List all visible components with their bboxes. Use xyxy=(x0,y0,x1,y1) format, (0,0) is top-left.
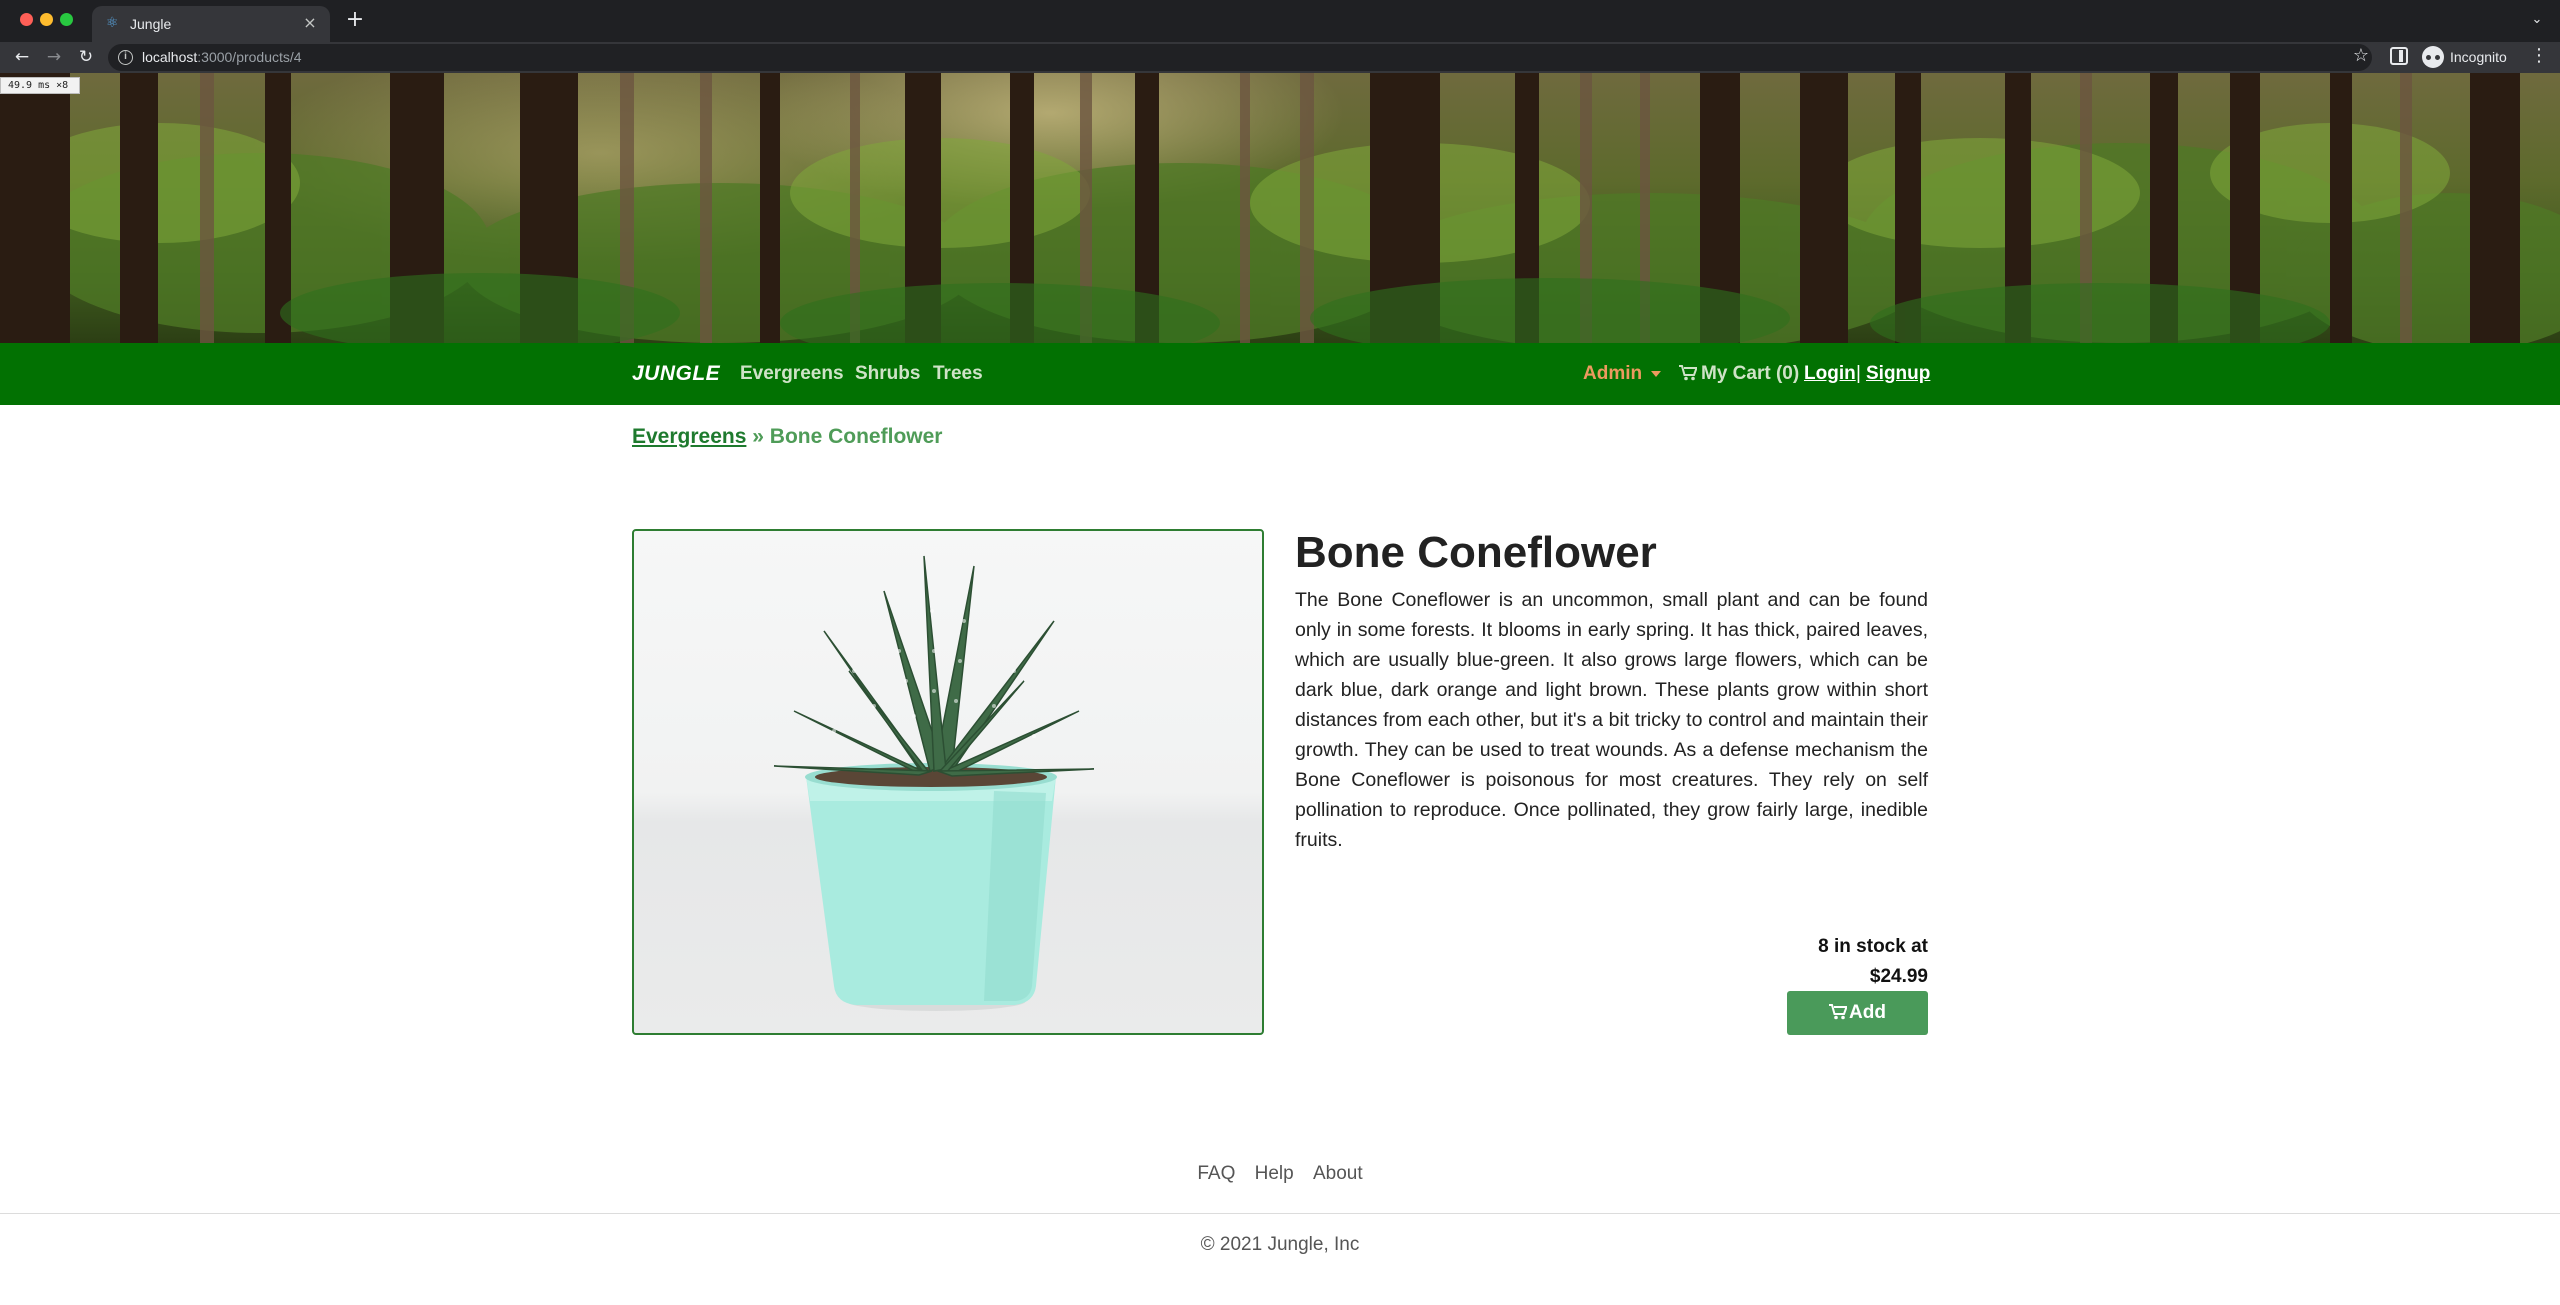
browser-tab-strip: ⚛ Jungle × + ⌄ xyxy=(0,0,2560,42)
url-text: localhost:3000/products/4 xyxy=(142,49,302,65)
breadcrumb: Evergreens » Bone Coneflower xyxy=(632,424,942,450)
stock-text: 8 in stock at xyxy=(1818,936,1928,957)
star-icon[interactable]: ☆ xyxy=(2350,45,2372,67)
tab-search-icon[interactable]: ⌄ xyxy=(2528,11,2546,29)
maximize-window-button[interactable] xyxy=(60,13,73,26)
product-price: $24.99 xyxy=(1869,966,1928,987)
address-bar[interactable]: i localhost:3000/products/4 xyxy=(108,44,2372,71)
nav-link-evergreens[interactable]: Evergreens xyxy=(740,362,844,386)
footer-link-faq[interactable]: FAQ xyxy=(1197,1162,1235,1186)
perf-badge: 49.9 ms ×8 xyxy=(0,77,80,94)
brand-logo[interactable]: JUNGLE xyxy=(632,361,720,387)
close-window-button[interactable] xyxy=(20,13,33,26)
forward-icon[interactable]: → xyxy=(42,45,66,69)
close-tab-icon[interactable]: × xyxy=(300,13,320,33)
potted-succulent-illustration xyxy=(773,555,1095,1011)
tab-title: Jungle xyxy=(130,16,172,32)
cart-link[interactable]: My Cart (0) xyxy=(1679,362,1799,386)
nav-link-shrubs[interactable]: Shrubs xyxy=(855,362,920,386)
info-icon[interactable]: i xyxy=(118,50,133,65)
add-to-cart-button[interactable]: Add xyxy=(1787,991,1928,1035)
add-button-label: Add xyxy=(1849,1002,1886,1023)
footer-links: FAQ Help About xyxy=(0,1162,2560,1186)
admin-dropdown[interactable]: Admin xyxy=(1583,362,1642,386)
reload-icon[interactable]: ↻ xyxy=(74,45,98,69)
main-navbar: JUNGLE Evergreens Shrubs Trees Admin My … xyxy=(0,343,2560,405)
signup-link[interactable]: Signup xyxy=(1866,362,1930,386)
cart-label: My Cart (0) xyxy=(1701,363,1800,384)
copyright: © 2021 Jungle, Inc xyxy=(1200,1234,1360,1255)
nav-link-trees[interactable]: Trees xyxy=(933,362,983,386)
chevron-down-icon[interactable] xyxy=(1651,371,1661,377)
new-tab-icon[interactable]: + xyxy=(344,9,366,31)
footer-link-help[interactable]: Help xyxy=(1255,1162,1294,1186)
breadcrumb-current: Bone Coneflower xyxy=(769,425,943,448)
cart-icon xyxy=(1679,365,1697,381)
incognito-icon xyxy=(2422,46,2444,68)
back-icon[interactable]: ← xyxy=(10,45,34,69)
product-title: Bone Coneflower xyxy=(1295,528,1657,577)
product-image xyxy=(632,529,1264,1035)
nav-separator: | xyxy=(1856,363,1861,384)
product-description: The Bone Coneflower is an uncommon, smal… xyxy=(1295,589,1928,851)
forest-illustration xyxy=(0,73,2560,343)
side-panel-icon[interactable] xyxy=(2390,47,2408,65)
footer-divider xyxy=(0,1213,2560,1214)
hero-forest-banner xyxy=(0,73,2560,343)
react-favicon-icon: ⚛ xyxy=(106,15,119,31)
browser-toolbar: ← → ↻ i localhost:3000/products/4 xyxy=(0,42,2560,73)
menu-icon[interactable]: ⋮ xyxy=(2530,45,2548,67)
breadcrumb-separator: » xyxy=(752,425,764,448)
footer-link-about[interactable]: About xyxy=(1313,1162,1363,1186)
browser-tab[interactable]: ⚛ Jungle × xyxy=(92,6,330,42)
login-link[interactable]: Login xyxy=(1804,362,1856,386)
minimize-window-button[interactable] xyxy=(40,13,53,26)
cart-icon xyxy=(1829,1004,1848,1020)
incognito-label: Incognito xyxy=(2450,49,2507,65)
breadcrumb-category-link[interactable]: Evergreens xyxy=(632,425,746,448)
